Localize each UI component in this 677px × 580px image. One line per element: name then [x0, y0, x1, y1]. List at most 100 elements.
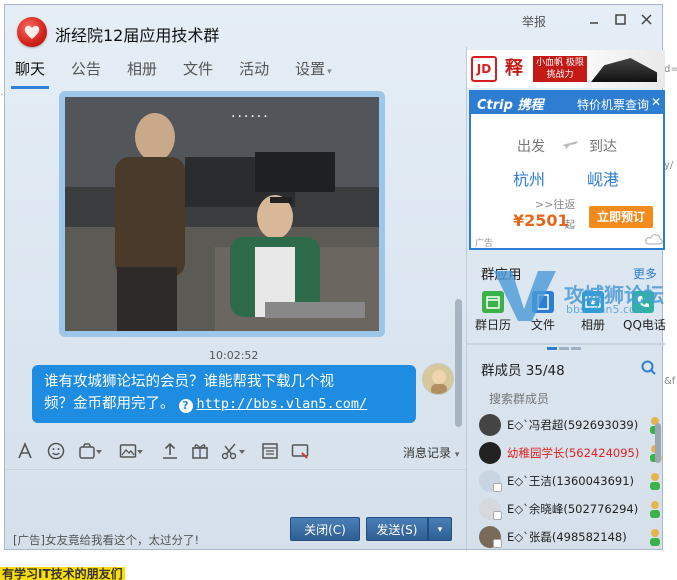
mobile-online-icon — [493, 483, 502, 492]
member-row[interactable]: E◇`张磊(498582148) — [479, 525, 660, 549]
return-trip-label[interactable]: >>往返 — [535, 196, 575, 212]
tab-settings[interactable]: 设置 ▾ — [295, 55, 332, 87]
cloud-icon[interactable] — [645, 233, 663, 248]
member-avatar — [479, 414, 501, 436]
font-icon[interactable] — [15, 441, 35, 461]
message-link[interactable]: http://bbs.vlan5.com/ — [197, 396, 368, 412]
window-title: 浙经院12届应用技术群 — [55, 26, 220, 45]
bg-page-bottom-text: 有学习IT技术的朋友们 — [0, 567, 125, 580]
ad-tag: 广告 — [475, 239, 494, 249]
member-status-icon — [650, 501, 660, 518]
shared-photo[interactable]: ...... — [65, 97, 379, 331]
member-avatar — [479, 442, 501, 464]
report-button[interactable]: 举报 — [522, 13, 546, 30]
right-sidebar: JD 释 小血帆 极限挑战力 Ctrip 携程 特价机票查询 ✕ 出发 到达 杭… — [466, 47, 666, 551]
member-row[interactable]: E◇`余晓峰(502776294) — [479, 497, 660, 521]
search-icon[interactable] — [641, 360, 657, 379]
toolbar-divider — [6, 469, 466, 470]
qq-group-chat-window: 浙经院12届应用技术群 举报 聊天 公告 相册 文件 活动 设置 ▾ .....… — [4, 4, 666, 551]
price: ¥2501 — [513, 211, 569, 230]
app-qq-phone[interactable]: QQ电话 — [623, 291, 666, 333]
group-apps-more-link[interactable]: 更多 — [633, 265, 657, 282]
chevron-down-icon: ▾ — [454, 450, 460, 460]
minimize-icon[interactable] — [589, 15, 599, 25]
send-options-chevron-icon[interactable]: ▾ — [428, 517, 452, 541]
app-files[interactable]: 文件 — [523, 291, 563, 333]
ctrip-ad[interactable]: Ctrip 携程 特价机票查询 ✕ 出发 到达 杭州 岘港 >>往返 ¥2501… — [469, 90, 665, 250]
tab-activities[interactable]: 活动 — [239, 55, 269, 87]
chat-message-area[interactable]: ...... 10:02:52 谁有攻城狮论坛的会员？谁能帮我下载几个视 频？金… — [6, 89, 466, 434]
from-city[interactable]: 杭州 — [513, 166, 545, 190]
close-icon[interactable] — [641, 14, 652, 25]
send-button[interactable]: 发送(S) — [366, 517, 428, 541]
sender-avatar[interactable] — [422, 363, 454, 395]
plane-icon — [561, 138, 579, 153]
album-icon — [582, 291, 604, 313]
tab-chat[interactable]: 聊天 — [10, 55, 50, 89]
jd-ad-banner[interactable]: JD 释 小血帆 极限挑战力 — [467, 50, 665, 88]
screenshot-scissors-icon[interactable] — [220, 441, 240, 461]
shake-icon[interactable] — [290, 441, 310, 461]
to-label: 到达 — [589, 139, 617, 155]
message-text-line1: 谁有攻城狮论坛的会员？谁能帮我下载几个视 — [44, 374, 334, 390]
banner-subtext: 小血帆 极限挑战力 — [533, 56, 587, 82]
chat-scrollbar[interactable] — [455, 299, 462, 427]
message-text-line2: 频？金币都用完了。 — [44, 396, 175, 412]
ctrip-logo: Ctrip 携程 — [477, 98, 544, 113]
members-title: 群成员 35/48 — [481, 363, 565, 379]
member-status-icon — [650, 473, 660, 490]
bg-page-fragment: &f — [664, 376, 676, 387]
message-timestamp: 10:02:52 — [209, 349, 259, 362]
members-scrollbar[interactable] — [655, 423, 661, 463]
group-apps-title: 群应用 — [481, 267, 522, 283]
member-row[interactable]: 幼稚园学长(562424095) — [479, 441, 662, 465]
magic-emoji-icon[interactable] — [77, 441, 97, 461]
ctrip-header-text: 特价机票查询 — [576, 98, 649, 112]
mobile-online-icon — [493, 511, 502, 520]
bg-page-fragment: d= — [664, 64, 677, 75]
banner-text: 释 — [505, 58, 523, 79]
chat-bubble: 谁有攻城狮论坛的会员？谁能帮我下载几个视 频？金币都用完了。? http://bb… — [32, 365, 416, 423]
member-search-input[interactable] — [475, 389, 657, 409]
book-now-button[interactable]: 立即预订 — [589, 206, 653, 228]
tab-bar: 聊天 公告 相册 文件 活动 设置 ▾ — [10, 55, 358, 89]
chevron-down-icon[interactable] — [238, 445, 246, 465]
tab-album[interactable]: 相册 — [127, 55, 157, 87]
bg-page-fragment: · — [0, 90, 4, 101]
calendar-icon — [482, 291, 504, 313]
image-message[interactable]: ...... — [59, 91, 385, 337]
app-page-indicator[interactable] — [547, 339, 587, 353]
ctrip-header: Ctrip 携程 特价机票查询 ✕ — [471, 92, 663, 114]
member-row[interactable]: E◇`王洁(1360043691) — [479, 469, 660, 493]
close-button[interactable]: 关闭(C) — [290, 517, 360, 541]
app-calendar[interactable]: 群日历 — [473, 291, 513, 333]
document-icon[interactable] — [260, 441, 280, 461]
car-image — [591, 58, 657, 82]
price-suffix: 起 — [565, 220, 575, 231]
member-row[interactable]: E◇`冯君超(592693039) — [479, 413, 660, 437]
member-status-icon — [650, 529, 660, 546]
gift-icon[interactable] — [190, 441, 210, 461]
phone-icon — [632, 291, 654, 313]
tab-announcement[interactable]: 公告 — [71, 55, 101, 87]
input-toolbar: 消息记录 ▾ — [15, 441, 465, 463]
input-ad-text[interactable]: [广告]女友竟给我看这个，太过分了! — [13, 532, 199, 548]
image-more-dots[interactable]: ...... — [231, 105, 309, 121]
app-album[interactable]: 相册 — [573, 291, 613, 333]
to-city[interactable]: 岘港 — [587, 166, 619, 190]
chevron-down-icon[interactable] — [136, 445, 144, 465]
chevron-down-icon: ▾ — [327, 67, 332, 77]
maximize-icon[interactable] — [615, 14, 626, 25]
qq-group-logo-icon — [17, 17, 47, 47]
chevron-down-icon[interactable] — [95, 445, 103, 465]
message-history-button[interactable]: 消息记录 ▾ — [403, 444, 459, 461]
help-icon[interactable]: ? — [178, 399, 193, 413]
tab-files[interactable]: 文件 — [183, 55, 213, 87]
bg-page-fragment: y/ — [664, 160, 674, 171]
upload-file-icon[interactable] — [160, 441, 180, 461]
image-icon[interactable] — [118, 441, 138, 461]
file-icon — [532, 291, 554, 313]
from-label: 出发 — [517, 139, 545, 155]
ad-close-icon[interactable]: ✕ — [651, 95, 661, 109]
emoji-icon[interactable] — [46, 441, 66, 461]
